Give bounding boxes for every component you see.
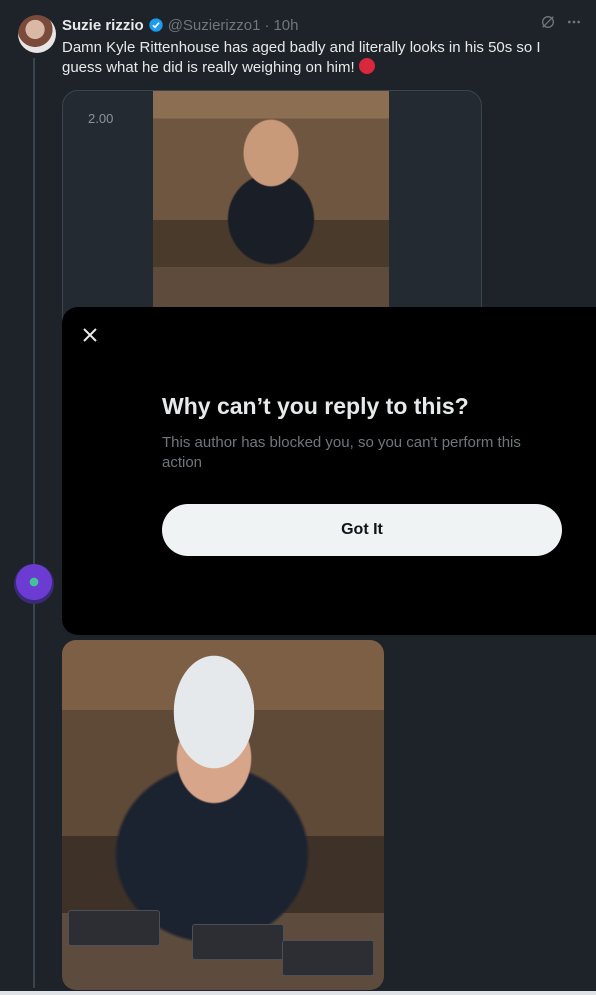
book-stack-left <box>68 910 160 946</box>
separator: · <box>264 16 270 34</box>
header-actions <box>540 14 582 30</box>
got-it-button[interactable]: Got It <box>162 504 562 556</box>
angry-face-emoji <box>358 58 375 74</box>
dialog-title: Why can’t you reply to this? <box>162 393 469 419</box>
reply-avatar[interactable] <box>14 564 54 604</box>
author-handle[interactable]: @Suzierizzo1 <box>168 17 261 34</box>
book-stack-right <box>282 940 374 976</box>
reply-photo[interactable] <box>62 640 384 990</box>
bottom-strip <box>0 991 596 995</box>
dialog-description: This author has blocked you, so you can'… <box>162 434 521 471</box>
close-button[interactable] <box>78 323 102 347</box>
media-label: 2.00 <box>88 111 114 126</box>
blocked-dialog: Why can’t you reply to this? This author… <box>62 307 596 635</box>
thread-line <box>33 58 35 988</box>
tweet-text: Damn Kyle Rittenhouse has aged badly and… <box>62 38 582 78</box>
author-avatar[interactable] <box>18 15 56 53</box>
more-icon[interactable] <box>566 14 582 30</box>
verified-badge-icon <box>149 18 163 32</box>
tweet-header: Suzie rizzio @Suzierizzo1 · 10h <box>62 14 582 36</box>
author-name[interactable]: Suzie rizzio <box>62 17 144 34</box>
book-stack-center <box>192 924 284 960</box>
tweet-body: Damn Kyle Rittenhouse has aged badly and… <box>62 39 541 76</box>
grok-icon[interactable] <box>540 14 556 30</box>
timestamp[interactable]: 10h <box>273 17 298 34</box>
close-icon <box>83 328 97 342</box>
